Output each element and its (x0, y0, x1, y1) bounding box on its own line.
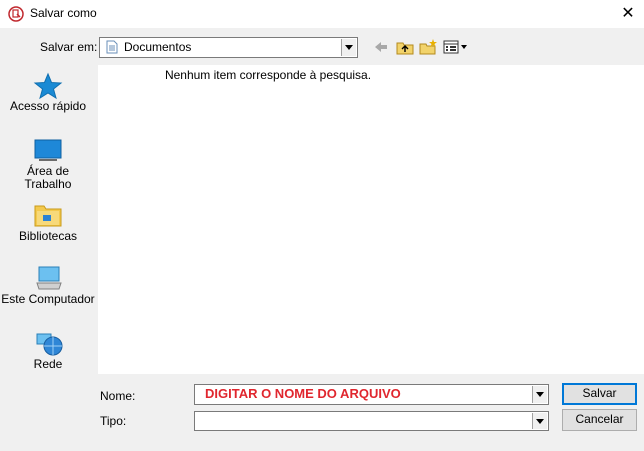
place-label: Bibliotecas (18, 229, 78, 243)
file-type-dropdown[interactable] (194, 411, 549, 431)
file-list[interactable] (98, 65, 644, 374)
chevron-down-icon[interactable] (532, 386, 547, 403)
documents-icon (106, 40, 118, 54)
place-network[interactable]: Rede (0, 330, 96, 371)
place-label: Rede (33, 357, 63, 371)
save-button[interactable]: Salvar (562, 383, 637, 405)
new-folder-icon[interactable] (418, 37, 438, 57)
save-in-label: Salvar em: (40, 40, 98, 54)
place-quick-access[interactable]: Acesso rápido (0, 72, 96, 113)
place-this-pc[interactable]: Este Computador (0, 265, 96, 306)
computer-icon (0, 265, 96, 293)
place-libraries[interactable]: Bibliotecas (0, 202, 96, 243)
save-in-dropdown[interactable]: Documentos (99, 37, 358, 58)
libraries-icon (0, 202, 96, 230)
place-label: Acesso rápido (9, 99, 87, 113)
up-folder-icon[interactable] (395, 37, 415, 57)
chevron-down-icon[interactable] (532, 413, 547, 429)
close-icon[interactable]: ✕ (618, 4, 638, 24)
network-icon (0, 330, 96, 358)
place-label: Este Computador (1, 292, 95, 306)
cancel-button[interactable]: Cancelar (562, 409, 637, 431)
back-icon[interactable] (372, 38, 392, 58)
save-in-value: Documentos (124, 40, 192, 54)
chevron-down-icon[interactable] (341, 39, 356, 56)
empty-message: Nenhum item corresponde à pesquisa. (164, 68, 372, 82)
place-label: Área de Trabalho (24, 164, 72, 191)
file-name-value: DIGITAR O NOME DO ARQUIVO (205, 386, 401, 401)
place-desktop[interactable]: Área de Trabalho (0, 137, 96, 191)
window-title: Salvar como (30, 6, 97, 20)
type-label: Tipo: (100, 414, 127, 428)
view-menu-icon[interactable] (442, 37, 470, 57)
desktop-icon (0, 137, 96, 165)
file-name-input[interactable]: DIGITAR O NOME DO ARQUIVO (194, 384, 549, 405)
star-icon (0, 72, 96, 100)
name-label: Nome: (100, 389, 136, 403)
app-icon (8, 6, 24, 22)
